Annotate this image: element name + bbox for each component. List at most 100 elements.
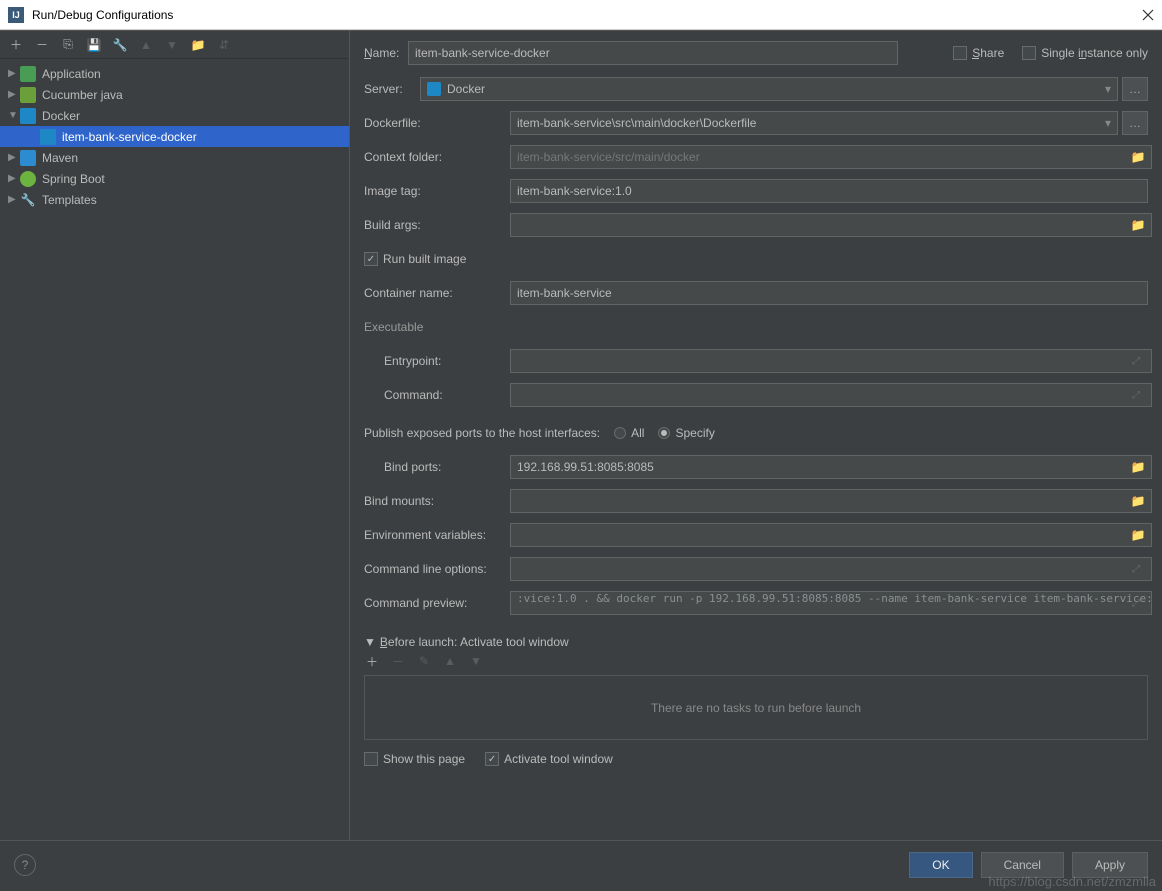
- buildargs-row: Build args: 📁: [364, 213, 1148, 237]
- folder-icon[interactable]: 📁: [1128, 494, 1148, 508]
- remove-icon[interactable]: －: [34, 37, 50, 53]
- help-icon[interactable]: ?: [14, 854, 36, 876]
- chevron-right-icon: ▶: [8, 173, 20, 184]
- mounts-row: Bind mounts: 📁: [364, 489, 1148, 513]
- dockerfile-combo[interactable]: item-bank-service\src\main\docker\Docker…: [510, 111, 1118, 135]
- tree-label: Cucumber java: [42, 88, 123, 102]
- up-icon[interactable]: ▲: [138, 37, 154, 53]
- chevron-down-icon: ▼: [364, 635, 376, 649]
- server-label: Server:: [364, 82, 420, 96]
- clo-input[interactable]: [510, 557, 1152, 581]
- server-browse-button[interactable]: …: [1122, 77, 1148, 101]
- expand-icon[interactable]: ⤢: [1132, 598, 1148, 609]
- entrypoint-row: Entrypoint: ⤢: [364, 349, 1148, 373]
- before-launch-toolbar: ＋ － ✎ ▲ ▼: [364, 649, 1148, 673]
- executable-label: Executable: [364, 320, 510, 334]
- runbuilt-row: Run built image: [364, 247, 1148, 271]
- tree-item-maven[interactable]: ▶ Maven: [0, 147, 349, 168]
- docker-icon: [427, 82, 441, 96]
- buildargs-label: Build args:: [364, 218, 510, 232]
- name-input[interactable]: [408, 41, 898, 65]
- server-combo[interactable]: Docker ▾: [420, 77, 1118, 101]
- chevron-down-icon: ▼: [8, 110, 20, 121]
- folder-icon[interactable]: 📁: [1128, 218, 1148, 232]
- cucumber-icon: [20, 87, 36, 103]
- mounts-input[interactable]: [510, 489, 1152, 513]
- radio-icon: [658, 427, 670, 439]
- add-icon[interactable]: ＋: [8, 37, 24, 53]
- command-label: Command:: [364, 388, 510, 402]
- bindports-row: Bind ports: 📁: [364, 455, 1148, 479]
- save-icon[interactable]: 💾: [86, 37, 102, 53]
- sidebar-toolbar: ＋ － ⎘ 💾 🔧 ▲ ▼ 📁 ⇵: [0, 31, 349, 59]
- command-row: Command: ⤢: [364, 383, 1148, 407]
- run-built-label: Run built image: [383, 252, 466, 266]
- dockerfile-browse-button[interactable]: …: [1122, 111, 1148, 135]
- tree-item-docker[interactable]: ▼ Docker: [0, 105, 349, 126]
- tag-input[interactable]: [510, 179, 1148, 203]
- env-row: Environment variables: 📁: [364, 523, 1148, 547]
- checkbox-icon: [364, 252, 378, 266]
- before-launch-header[interactable]: ▼ Before launch: Activate tool window: [364, 635, 1148, 649]
- checkbox-icon: [364, 752, 378, 766]
- buildargs-input[interactable]: [510, 213, 1152, 237]
- container-input[interactable]: [510, 281, 1148, 305]
- folder-icon[interactable]: 📁: [1128, 460, 1148, 474]
- cancel-button[interactable]: Cancel: [981, 852, 1064, 878]
- activate-checkbox[interactable]: Activate tool window: [485, 752, 613, 766]
- tree-item-springboot[interactable]: ▶ Spring Boot: [0, 168, 349, 189]
- up-icon[interactable]: ▲: [442, 653, 458, 669]
- down-icon[interactable]: ▼: [468, 653, 484, 669]
- edit-icon[interactable]: ✎: [416, 653, 432, 669]
- run-built-checkbox[interactable]: Run built image: [364, 252, 466, 266]
- tree-label: Templates: [42, 193, 97, 207]
- share-checkbox[interactable]: Share: [953, 46, 1004, 60]
- clo-row: Command line options: ⤢: [364, 557, 1148, 581]
- env-label: Environment variables:: [364, 528, 510, 542]
- tree-label: Docker: [42, 109, 80, 123]
- expand-icon[interactable]: ⤢: [1132, 356, 1148, 367]
- add-icon[interactable]: ＋: [364, 653, 380, 669]
- wrench-icon[interactable]: 🔧: [112, 37, 128, 53]
- expand-icon[interactable]: ⤢: [1132, 390, 1148, 401]
- close-icon[interactable]: [1142, 9, 1154, 21]
- folder-icon[interactable]: 📁: [1128, 150, 1148, 164]
- show-page-checkbox[interactable]: Show this page: [364, 752, 465, 766]
- expand-icon[interactable]: ⤢: [1132, 564, 1148, 575]
- chevron-down-icon: ▾: [1105, 116, 1111, 130]
- no-tasks-label: There are no tasks to run before launch: [651, 701, 861, 715]
- container-row: Container name:: [364, 281, 1148, 305]
- copy-icon[interactable]: ⎘: [60, 37, 76, 53]
- tree-item-application[interactable]: ▶ Application: [0, 63, 349, 84]
- publish-all-radio[interactable]: All: [614, 426, 644, 440]
- name-row: Name: Share Single instance only: [364, 41, 1148, 65]
- apply-button[interactable]: Apply: [1072, 852, 1148, 878]
- preview-label: Command preview:: [364, 596, 510, 610]
- dockerfile-row: Dockerfile: item-bank-service\src\main\d…: [364, 111, 1148, 135]
- remove-icon[interactable]: －: [390, 653, 406, 669]
- sort-icon[interactable]: ⇵: [216, 37, 232, 53]
- radio-icon: [614, 427, 626, 439]
- folder-icon[interactable]: 📁: [190, 37, 206, 53]
- app-icon: IJ: [8, 7, 24, 23]
- server-value: Docker: [447, 82, 485, 96]
- command-input[interactable]: [510, 383, 1152, 407]
- down-icon[interactable]: ▼: [164, 37, 180, 53]
- folder-icon[interactable]: 📁: [1128, 528, 1148, 542]
- entrypoint-input[interactable]: [510, 349, 1152, 373]
- bindports-input[interactable]: [510, 455, 1152, 479]
- preview-row: Command preview: :vice:1.0 . && docker r…: [364, 591, 1148, 615]
- publish-specify-label: Specify: [675, 426, 714, 440]
- tree-item-docker-config[interactable]: item-bank-service-docker: [0, 126, 349, 147]
- single-instance-checkbox[interactable]: Single instance only: [1022, 46, 1148, 60]
- env-input[interactable]: [510, 523, 1152, 547]
- show-page-label: Show this page: [383, 752, 465, 766]
- tree-item-templates[interactable]: ▶ 🔧 Templates: [0, 189, 349, 210]
- context-input[interactable]: [510, 145, 1152, 169]
- ok-button[interactable]: OK: [909, 852, 972, 878]
- name-label: Name:: [364, 46, 408, 60]
- tree-item-cucumber[interactable]: ▶ Cucumber java: [0, 84, 349, 105]
- title-bar: IJ Run/Debug Configurations: [0, 0, 1162, 30]
- publish-specify-radio[interactable]: Specify: [658, 426, 714, 440]
- tree-label: item-bank-service-docker: [62, 130, 197, 144]
